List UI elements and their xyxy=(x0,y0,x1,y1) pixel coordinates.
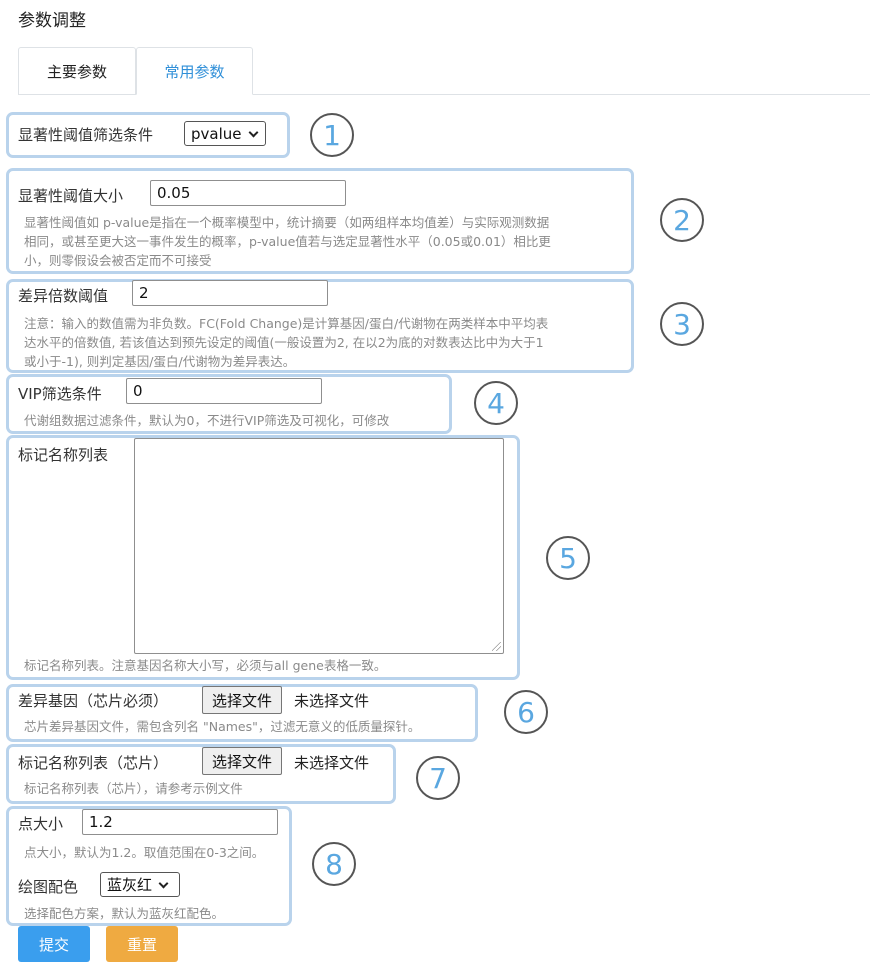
diff-genes-chip-label: 差异基因（芯片必须） xyxy=(18,692,169,710)
resize-grip-icon[interactable] xyxy=(492,642,501,651)
page-title: 参数调整 xyxy=(18,11,86,31)
marker-list-help: 标记名称列表。注意基因名称大小写，必须与all gene表格一致。 xyxy=(24,658,387,673)
diff-genes-chip-help: 芯片差异基因文件，需包含列名 "Names"，过滤无意义的低质量探针。 xyxy=(24,719,421,734)
submit-button[interactable]: 提交 xyxy=(18,926,90,962)
point-size-input[interactable]: 1.2 xyxy=(82,809,278,835)
significance-threshold-input[interactable]: 0.05 xyxy=(150,180,346,206)
tab-common-params[interactable]: 常用参数 xyxy=(136,47,253,95)
significance-filter-label: 显著性阈值筛选条件 xyxy=(18,126,154,144)
badge-3: 3 xyxy=(660,302,704,346)
badge-8: 8 xyxy=(312,842,356,886)
fold-change-label: 差异倍数阈值 xyxy=(18,287,109,305)
point-size-help: 点大小，默认为1.2。取值范围在0-3之间。 xyxy=(24,845,265,860)
badge-6: 6 xyxy=(504,690,548,734)
color-scheme-label: 绘图配色 xyxy=(18,878,79,896)
badge-4: 4 xyxy=(474,381,518,425)
marker-list-textarea[interactable] xyxy=(134,438,504,654)
vip-filter-input[interactable]: 0 xyxy=(126,378,322,404)
fold-change-input[interactable]: 2 xyxy=(132,280,328,306)
significance-filter-select[interactable]: pvalue xyxy=(184,121,266,146)
marker-list-chip-label: 标记名称列表（芯片） xyxy=(18,754,169,772)
significance-threshold-help: 显著性阈值如 p-value是指在一个概率模型中，统计摘要（如两组样本均值差）与… xyxy=(24,215,551,268)
marker-list-chip-help: 标记名称列表（芯片），请参考示例文件 xyxy=(24,781,243,796)
significance-filter-value: pvalue xyxy=(191,124,242,143)
chevron-down-icon xyxy=(248,127,258,137)
marker-list-chip-choose-file-button[interactable]: 选择文件 xyxy=(202,747,283,775)
badge-7: 7 xyxy=(416,756,460,800)
diff-genes-choose-file-button[interactable]: 选择文件 xyxy=(202,686,283,714)
vip-filter-help: 代谢组数据过滤条件，默认为0，不进行VIP筛选及可视化，可修改 xyxy=(24,413,390,428)
marker-list-chip-file-status: 未选择文件 xyxy=(294,754,370,772)
significance-threshold-label: 显著性阈值大小 xyxy=(18,187,124,205)
tab-main-params[interactable]: 主要参数 xyxy=(18,47,136,95)
vip-filter-label: VIP筛选条件 xyxy=(18,385,102,403)
badge-1: 1 xyxy=(310,113,354,157)
color-scheme-value: 蓝灰红 xyxy=(107,876,153,894)
marker-list-label: 标记名称列表 xyxy=(18,446,109,464)
point-size-label: 点大小 xyxy=(18,815,64,833)
color-scheme-select[interactable]: 蓝灰红 xyxy=(100,872,180,897)
chevron-down-icon xyxy=(158,878,169,888)
badge-5: 5 xyxy=(546,536,590,580)
reset-button[interactable]: 重置 xyxy=(106,926,178,962)
color-scheme-help: 选择配色方案，默认为蓝灰红配色。 xyxy=(24,906,225,921)
fold-change-help: 注意：输入的数值需为非负数。FC(Fold Change)是计算基因/蛋白/代谢… xyxy=(24,316,549,369)
badge-2: 2 xyxy=(660,198,704,242)
diff-genes-file-status: 未选择文件 xyxy=(294,692,370,710)
